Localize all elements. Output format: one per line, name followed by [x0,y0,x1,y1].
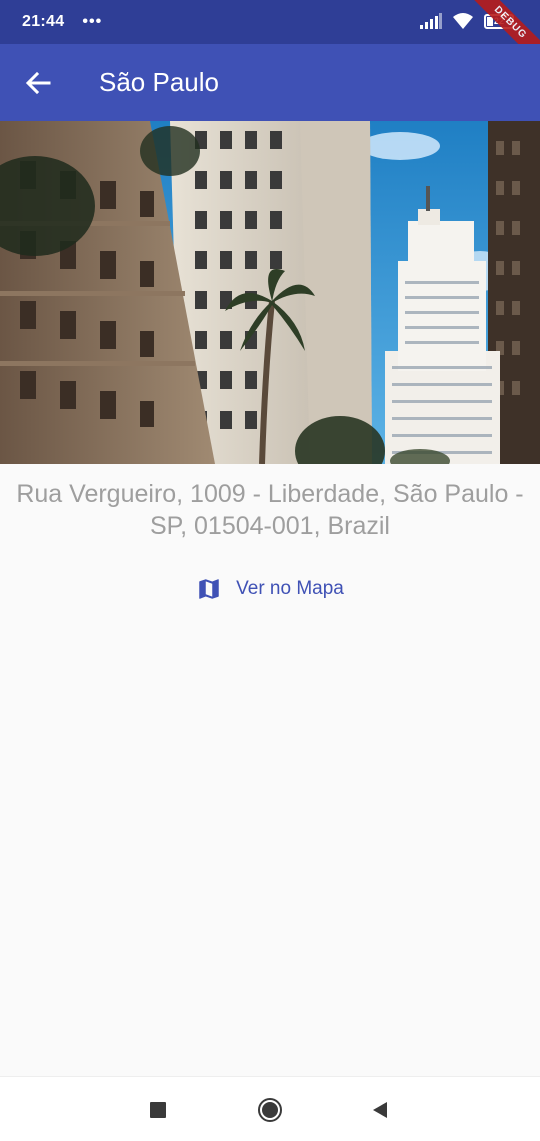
status-bar: 21:44 ••• 22 DEBUG [0,0,540,72]
home-button[interactable] [255,1095,285,1125]
triangle-back-icon [373,1102,387,1118]
city-photo [0,121,540,464]
square-icon [150,1102,166,1118]
wifi-icon [453,13,473,29]
address-line-2: SP, 01504-001, Brazil [150,512,390,540]
address-text: Rua Vergueiro, 1009 - Liberdade, São Pau… [0,478,540,542]
page-title: São Paulo [99,67,219,97]
system-back-button[interactable] [365,1095,395,1125]
city-photo-illustration [0,121,540,464]
app-bar: São Paulo [0,44,540,121]
view-on-map-button[interactable]: Ver no Mapa [0,572,540,606]
status-more-icon: ••• [82,13,103,30]
arrow-back-icon [25,71,51,94]
circle-icon [258,1098,282,1122]
address-line-1: Rua Vergueiro, 1009 - Liberdade, São Pau… [16,480,524,508]
map-icon [199,579,219,599]
recents-button[interactable] [143,1095,173,1125]
status-time: 21:44 [22,13,65,30]
system-nav-bar [0,1076,540,1141]
view-on-map-label: Ver no Mapa [236,578,344,599]
signal-icon [420,13,442,29]
back-button[interactable] [18,63,58,103]
